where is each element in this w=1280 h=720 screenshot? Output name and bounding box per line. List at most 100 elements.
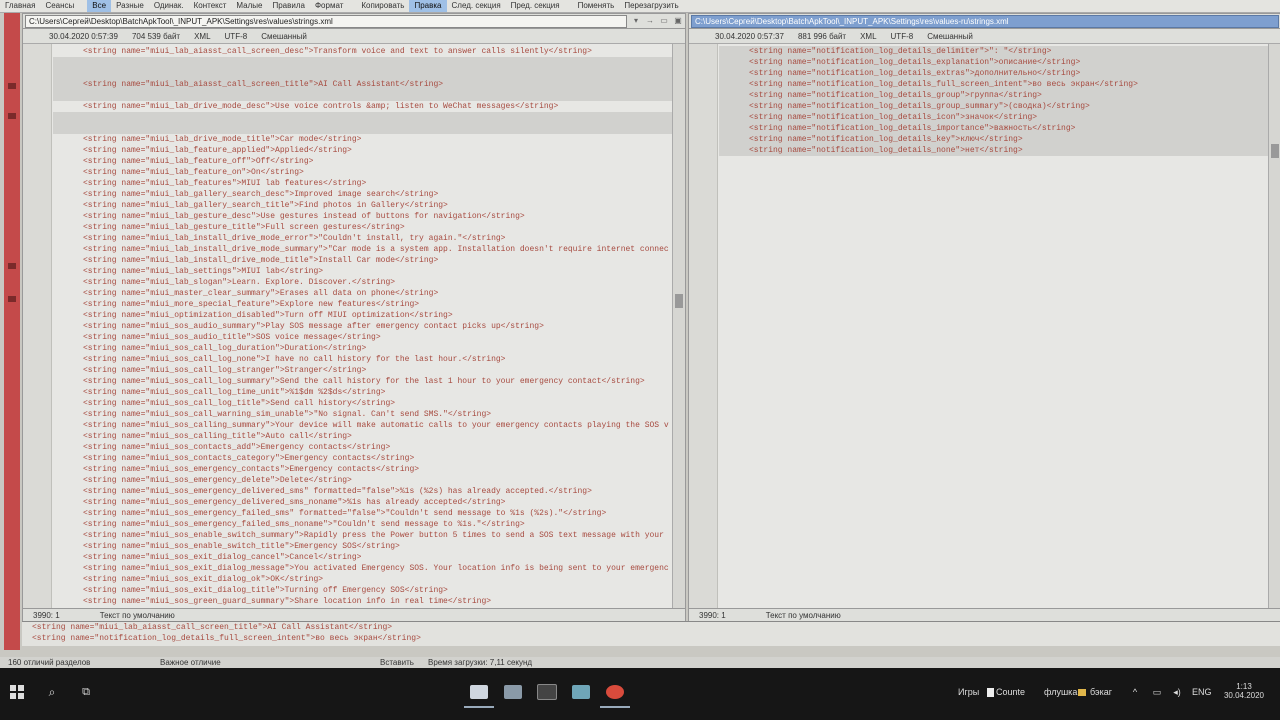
- code-line[interactable]: <string name="miui_lab_gallery_search_de…: [53, 189, 673, 200]
- code-line[interactable]: <string name="miui_sos_green_guard_summa…: [53, 596, 673, 607]
- menu-item[interactable]: Поменять: [573, 0, 620, 12]
- code-line[interactable]: <string name="notification_log_details_g…: [719, 101, 1269, 112]
- diff-overview-bar[interactable]: [4, 13, 20, 650]
- file-lineend[interactable]: Смешанный: [261, 32, 307, 41]
- left-scrollbar[interactable]: [672, 44, 685, 608]
- code-line[interactable]: <string name="miui_sos_call_log_title">S…: [53, 398, 673, 409]
- right-editor[interactable]: <string name="notification_log_details_d…: [689, 44, 1269, 608]
- code-line[interactable]: <string name="miui_sos_emergency_delete"…: [53, 475, 673, 486]
- code-line[interactable]: [53, 123, 673, 134]
- code-line[interactable]: <string name="miui_lab_install_drive_mod…: [53, 233, 673, 244]
- code-line[interactable]: <string name="notification_log_details_k…: [719, 134, 1269, 145]
- code-line[interactable]: <string name="miui_sos_enable_switch_tit…: [53, 541, 673, 552]
- code-line[interactable]: <string name="miui_sos_emergency_deliver…: [53, 497, 673, 508]
- menu-item[interactable]: Пред. секция: [506, 0, 565, 12]
- arrow-right-icon[interactable]: →: [644, 16, 656, 26]
- code-line[interactable]: <string name="miui_sos_exit_dialog_ok">O…: [53, 574, 673, 585]
- code-line[interactable]: <string name="miui_sos_call_warning_sim_…: [53, 409, 673, 420]
- code-line[interactable]: <string name="miui_lab_feature_off">Off<…: [53, 156, 673, 167]
- diff-marker[interactable]: [8, 263, 16, 269]
- menu-item[interactable]: Главная: [0, 0, 40, 12]
- code-line[interactable]: <string name="miui_master_clear_summary"…: [53, 288, 673, 299]
- taskbar-app-compare-icon[interactable]: [464, 678, 494, 708]
- code-line[interactable]: <string name="miui_sos_emergency_failed_…: [53, 519, 673, 530]
- taskbar-app-explorer-icon[interactable]: [498, 678, 528, 706]
- code-line[interactable]: <string name="miui_sos_call_log_stranger…: [53, 365, 673, 376]
- file-encoding[interactable]: UTF-8: [225, 32, 248, 41]
- code-line[interactable]: <string name="miui_sos_emergency_contact…: [53, 464, 673, 475]
- scroll-thumb[interactable]: [1271, 144, 1279, 158]
- code-line[interactable]: <string name="miui_sos_contacts_category…: [53, 453, 673, 464]
- taskbar-app-browser-icon[interactable]: [600, 678, 630, 708]
- menu-item[interactable]: Копировать: [356, 0, 409, 12]
- right-lines[interactable]: <string name="notification_log_details_d…: [719, 46, 1269, 156]
- diff-marker[interactable]: [8, 83, 16, 89]
- code-line[interactable]: [53, 112, 673, 123]
- code-line[interactable]: <string name="miui_lab_install_drive_mod…: [53, 244, 673, 255]
- toolbar-counte[interactable]: Counte: [996, 678, 1025, 706]
- code-line[interactable]: <string name="miui_sos_call_log_summary"…: [53, 376, 673, 387]
- code-line[interactable]: <string name="miui_sos_call_log_time_uni…: [53, 387, 673, 398]
- diff-marker[interactable]: [8, 113, 16, 119]
- code-line[interactable]: <string name="miui_sos_exit_dialog_cance…: [53, 552, 673, 563]
- menu-item[interactable]: Все: [87, 0, 112, 12]
- code-line[interactable]: <string name="miui_lab_gallery_search_ti…: [53, 200, 673, 211]
- menu-item[interactable]: Контекст: [189, 0, 232, 12]
- scroll-thumb[interactable]: [675, 294, 683, 308]
- code-line[interactable]: <string name="miui_sos_contacts_add">Eme…: [53, 442, 673, 453]
- menu-item[interactable]: Перезагрузить: [619, 0, 683, 12]
- volume-icon[interactable]: ◂): [1170, 678, 1184, 706]
- code-line[interactable]: <string name="miui_sos_emergency_failed_…: [53, 508, 673, 519]
- menu-item[interactable]: Формат: [310, 0, 348, 12]
- toolbar-games[interactable]: Игры: [958, 678, 979, 706]
- menu-item[interactable]: Правка: [409, 0, 447, 12]
- code-line[interactable]: <string name="notification_log_details_f…: [719, 79, 1269, 90]
- code-line[interactable]: <string name="miui_lab_install_drive_mod…: [53, 255, 673, 266]
- code-line[interactable]: <string name="miui_sos_calling_summary">…: [53, 420, 673, 431]
- code-line[interactable]: <string name="notification_log_details_e…: [719, 57, 1269, 68]
- clock[interactable]: 1:13 30.04.2020: [1222, 672, 1266, 710]
- code-line[interactable]: <string name="miui_lab_gesture_desc">Use…: [53, 211, 673, 222]
- code-line[interactable]: <string name="miui_lab_drive_mode_title"…: [53, 134, 673, 145]
- save-icon[interactable]: ▣: [672, 16, 684, 26]
- code-line[interactable]: <string name="miui_lab_settings">MIUI la…: [53, 266, 673, 277]
- code-line[interactable]: <string name="miui_lab_drive_mode_desc">…: [53, 101, 673, 112]
- right-scrollbar[interactable]: [1268, 44, 1280, 608]
- left-path-input[interactable]: C:\Users\Сергей\Desktop\BatchApkTool\_IN…: [25, 14, 627, 28]
- taskbar-app-console-icon[interactable]: [532, 678, 562, 706]
- line-compare-panel[interactable]: <string name="miui_lab_aiasst_call_scree…: [22, 621, 1280, 646]
- menu-item[interactable]: След. секция: [447, 0, 506, 12]
- chevron-up-icon[interactable]: ^: [1130, 678, 1140, 706]
- network-icon[interactable]: ▭: [1150, 678, 1164, 706]
- diff-marker[interactable]: [8, 296, 16, 302]
- code-line[interactable]: <string name="miui_sos_call_log_none">I …: [53, 354, 673, 365]
- menu-item[interactable]: Малые: [231, 0, 267, 12]
- menu-item[interactable]: Сеансы: [40, 0, 79, 12]
- folder-icon[interactable]: ▭: [658, 16, 670, 26]
- code-line[interactable]: <string name="miui_lab_feature_applied">…: [53, 145, 673, 156]
- task-view-icon[interactable]: ⧉: [76, 678, 96, 706]
- windows-start-icon[interactable]: [6, 678, 28, 706]
- code-line[interactable]: <string name="miui_sos_call_log_duration…: [53, 343, 673, 354]
- code-line[interactable]: <string name="notification_log_details_g…: [719, 90, 1269, 101]
- code-line[interactable]: [53, 68, 673, 79]
- menu-item[interactable]: Правила: [267, 0, 309, 12]
- code-line[interactable]: <string name="miui_sos_enable_switch_sum…: [53, 530, 673, 541]
- input-language[interactable]: ENG: [1192, 678, 1212, 706]
- code-line[interactable]: <string name="miui_sos_audio_title">SOS …: [53, 332, 673, 343]
- search-icon[interactable]: ⌕: [42, 678, 62, 706]
- code-line[interactable]: <string name="notification_log_details_i…: [719, 123, 1269, 134]
- code-line[interactable]: [53, 90, 673, 101]
- left-editor[interactable]: <string name="miui_lab_aiasst_call_scree…: [23, 44, 673, 608]
- toolbar-flash[interactable]: флушка: [1044, 678, 1077, 706]
- file-format[interactable]: XML: [860, 32, 876, 41]
- dropdown-icon[interactable]: ▾: [630, 16, 642, 26]
- code-line[interactable]: <string name="miui_more_special_feature"…: [53, 299, 673, 310]
- code-line[interactable]: <string name="miui_sos_exit_dialog_messa…: [53, 563, 673, 574]
- code-line[interactable]: <string name="miui_lab_gesture_title">Fu…: [53, 222, 673, 233]
- file-encoding[interactable]: UTF-8: [891, 32, 914, 41]
- code-line[interactable]: <string name="miui_lab_aiasst_call_scree…: [53, 79, 673, 90]
- menu-item[interactable]: Разные: [111, 0, 149, 12]
- taskbar-app-notepad-icon[interactable]: [566, 678, 596, 706]
- code-line[interactable]: <string name="notification_log_details_n…: [719, 145, 1269, 156]
